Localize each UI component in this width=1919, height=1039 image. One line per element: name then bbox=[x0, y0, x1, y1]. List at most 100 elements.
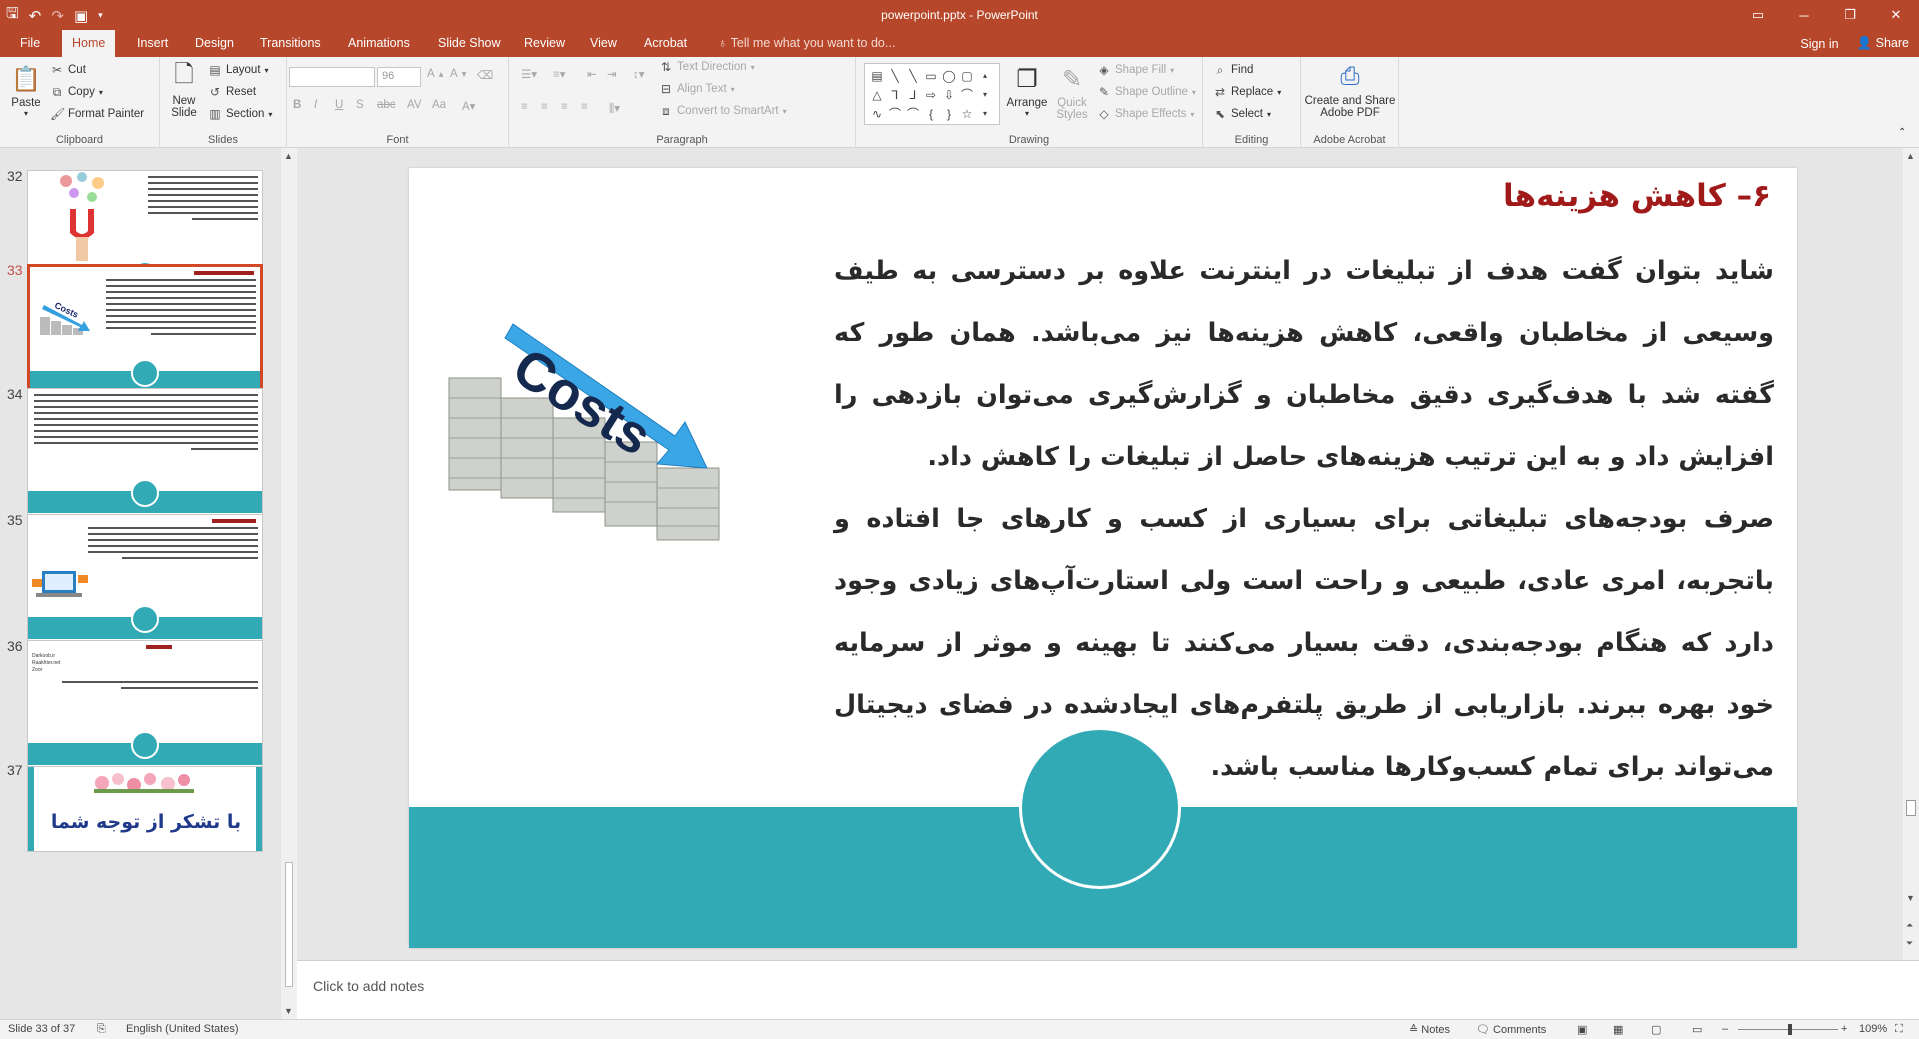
connector-shape-icon[interactable]: ⅃ bbox=[904, 85, 922, 104]
tab-animations[interactable]: Animations bbox=[338, 30, 420, 57]
layout-button[interactable]: ▤ Layout ▾ bbox=[208, 63, 268, 77]
brace-left-shape-icon[interactable]: { bbox=[922, 104, 940, 123]
textbox-shape-icon[interactable]: ▤ bbox=[868, 66, 886, 85]
slide-thumbnail-34[interactable] bbox=[27, 388, 263, 522]
convert-smartart-button[interactable]: ⧈ Convert to SmartArt ▾ bbox=[659, 104, 786, 118]
shapes-gallery[interactable]: ▤ ╲ ╲ ▭ ◯ ▢ ▴ △ ⅂ ⅃ ⇨ ⇩ ⌒ ▾ ∿ ⌒ ⌒ { } ☆ … bbox=[864, 63, 1000, 125]
tab-insert[interactable]: Insert bbox=[127, 30, 178, 57]
tab-acrobat[interactable]: Acrobat bbox=[634, 30, 697, 57]
minimize-button[interactable]: ─ bbox=[1781, 0, 1827, 30]
freeform-shape-icon[interactable]: ⌒ bbox=[958, 85, 976, 104]
bullets-button[interactable]: ☰▾ bbox=[521, 67, 537, 81]
decrease-font-size-button[interactable]: A ▾ bbox=[450, 68, 466, 80]
line-spacing-button[interactable]: ↕▾ bbox=[633, 67, 645, 81]
scroll-down-icon[interactable]: ▾ bbox=[976, 85, 994, 104]
slide-title[interactable]: ۶– کاهش هزینه‌ها bbox=[1503, 178, 1771, 214]
columns-button[interactable]: ⫼▾ bbox=[609, 101, 620, 116]
share-button[interactable]: 👤 Share bbox=[1857, 36, 1909, 51]
star-shape-icon[interactable]: ☆ bbox=[958, 104, 976, 123]
scroll-up-icon[interactable]: ▲ bbox=[1906, 151, 1915, 161]
find-button[interactable]: ⌕ Find bbox=[1213, 63, 1254, 77]
scroll-down-icon[interactable]: ▼ bbox=[284, 1006, 293, 1016]
strikethrough-button[interactable]: abc bbox=[377, 99, 396, 111]
thumbnail-scrollbar[interactable]: ▲ ▼ bbox=[281, 148, 297, 1019]
more-shapes-icon[interactable]: ▾ bbox=[976, 104, 994, 123]
oval-shape-icon[interactable]: ◯ bbox=[940, 66, 958, 85]
italic-button[interactable]: I bbox=[314, 99, 317, 111]
arc-shape-icon[interactable]: ⌒ bbox=[886, 104, 904, 123]
font-size-input[interactable]: 96 bbox=[377, 67, 421, 87]
rounded-rect-shape-icon[interactable]: ▢ bbox=[958, 66, 976, 85]
slide-body[interactable]: شاید بتوان گفت هدف از تبلیغات در اینترنت… bbox=[834, 240, 1774, 798]
arrow-down-shape-icon[interactable]: ⇩ bbox=[940, 85, 958, 104]
tab-slide-show[interactable]: Slide Show bbox=[428, 30, 511, 57]
curve-shape-icon[interactable]: ∿ bbox=[868, 104, 886, 123]
increase-font-size-button[interactable]: A ▴ bbox=[427, 68, 443, 80]
align-center-button[interactable]: ≡ bbox=[541, 101, 548, 113]
restore-button[interactable]: ❐ bbox=[1827, 0, 1873, 30]
justify-button[interactable]: ≡ bbox=[581, 101, 588, 113]
text-direction-button[interactable]: ⇅ Text Direction ▾ bbox=[659, 60, 755, 74]
select-button[interactable]: ⬉ Select ▾ bbox=[1213, 107, 1271, 121]
next-slide-icon[interactable]: ⏷ bbox=[1906, 938, 1913, 949]
zoom-slider[interactable] bbox=[1738, 1024, 1838, 1035]
scroll-up-icon[interactable]: ▴ bbox=[976, 66, 994, 85]
font-color-button[interactable]: A▾ bbox=[462, 99, 475, 113]
character-spacing-button[interactable]: AV bbox=[407, 99, 422, 111]
close-button[interactable]: ✕ bbox=[1873, 0, 1919, 30]
brace-right-shape-icon[interactable]: } bbox=[940, 104, 958, 123]
align-right-button[interactable]: ≡ bbox=[561, 101, 568, 113]
zoom-out-icon[interactable]: – bbox=[1722, 1023, 1728, 1035]
shape-effects-button[interactable]: ◇ Shape Effects ▾ bbox=[1097, 107, 1194, 121]
normal-view-icon[interactable]: ▣ bbox=[1577, 1023, 1587, 1036]
slide-thumbnail-37[interactable]: با تشکر از توجه شما bbox=[27, 766, 263, 852]
line-shape-icon[interactable]: ╲ bbox=[886, 66, 904, 85]
previous-slide-icon[interactable]: ⏶ bbox=[1906, 920, 1913, 931]
shadow-button[interactable]: S bbox=[356, 99, 364, 111]
change-case-button[interactable]: Aa bbox=[432, 99, 446, 111]
numbering-button[interactable]: ≡▾ bbox=[553, 67, 565, 81]
scrollbar-thumb[interactable] bbox=[1906, 800, 1916, 816]
slide-thumbnail-36[interactable]: Darkoob.ir Raakhter.net Zoor bbox=[27, 640, 263, 774]
replace-button[interactable]: ⇄ Replace ▾ bbox=[1213, 85, 1281, 99]
underline-button[interactable]: U bbox=[335, 99, 343, 111]
notes-toggle[interactable]: ≙ Notes bbox=[1409, 1023, 1450, 1036]
rectangle-shape-icon[interactable]: ▭ bbox=[922, 66, 940, 85]
reading-view-icon[interactable]: ▢ bbox=[1651, 1023, 1661, 1036]
shape-fill-button[interactable]: ◈ Shape Fill ▾ bbox=[1097, 63, 1174, 77]
scroll-up-icon[interactable]: ▲ bbox=[284, 151, 293, 161]
slide-sorter-icon[interactable]: ▦ bbox=[1613, 1023, 1623, 1036]
format-painter-button[interactable]: 🖌 Format Painter bbox=[50, 107, 144, 121]
quick-styles-button[interactable]: ✎ Quick Styles bbox=[1050, 63, 1094, 122]
current-slide[interactable]: Costs ۶– کاهش هزینه‌ها شاید بتوان گفت هد… bbox=[409, 168, 1797, 948]
zoom-slider-knob[interactable] bbox=[1788, 1024, 1792, 1035]
notes-pane[interactable]: Click to add notes bbox=[297, 960, 1919, 1019]
arc-shape-icon[interactable]: ⌒ bbox=[904, 104, 922, 123]
spelling-icon[interactable]: ⎘ bbox=[97, 1023, 106, 1036]
tab-file[interactable]: File bbox=[10, 30, 50, 57]
tab-transitions[interactable]: Transitions bbox=[250, 30, 331, 57]
costs-image[interactable]: Costs bbox=[439, 318, 739, 548]
align-text-button[interactable]: ⊟ Align Text ▾ bbox=[659, 82, 735, 96]
zoom-level[interactable]: 109% bbox=[1859, 1023, 1887, 1035]
paste-button[interactable]: 📋 Paste ▾ bbox=[6, 63, 46, 119]
tab-design[interactable]: Design bbox=[185, 30, 244, 57]
create-share-pdf-button[interactable]: ⎙ Create and Share Adobe PDF bbox=[1303, 61, 1397, 119]
slide-thumbnail-33[interactable]: Costs bbox=[27, 264, 263, 404]
shape-outline-button[interactable]: ✎ Shape Outline ▾ bbox=[1097, 85, 1196, 99]
copy-button[interactable]: ⧉ Copy ▾ bbox=[50, 85, 103, 99]
slide-scrollbar[interactable]: ▲ ▼ ⏶ ⏷ bbox=[1903, 148, 1919, 960]
triangle-shape-icon[interactable]: △ bbox=[868, 85, 886, 104]
section-button[interactable]: ▥ Section ▾ bbox=[208, 107, 272, 121]
ribbon-display-options-icon[interactable]: ▭ bbox=[1735, 0, 1781, 30]
arrange-button[interactable]: ❐ Arrange ▾ bbox=[1004, 63, 1050, 119]
comments-toggle[interactable]: 🗨 Comments bbox=[1476, 1023, 1546, 1036]
collapse-ribbon-icon[interactable]: ⌃ bbox=[1898, 127, 1906, 138]
increase-indent-button[interactable]: ⇥ bbox=[607, 67, 617, 81]
line-shape-icon[interactable]: ╲ bbox=[904, 66, 922, 85]
slideshow-view-icon[interactable]: ▭ bbox=[1692, 1023, 1702, 1036]
tab-home[interactable]: Home bbox=[62, 30, 116, 57]
scroll-down-icon[interactable]: ▼ bbox=[1906, 893, 1915, 903]
slide-thumbnail-35[interactable] bbox=[27, 514, 263, 648]
sign-in-link[interactable]: Sign in bbox=[1800, 37, 1838, 51]
